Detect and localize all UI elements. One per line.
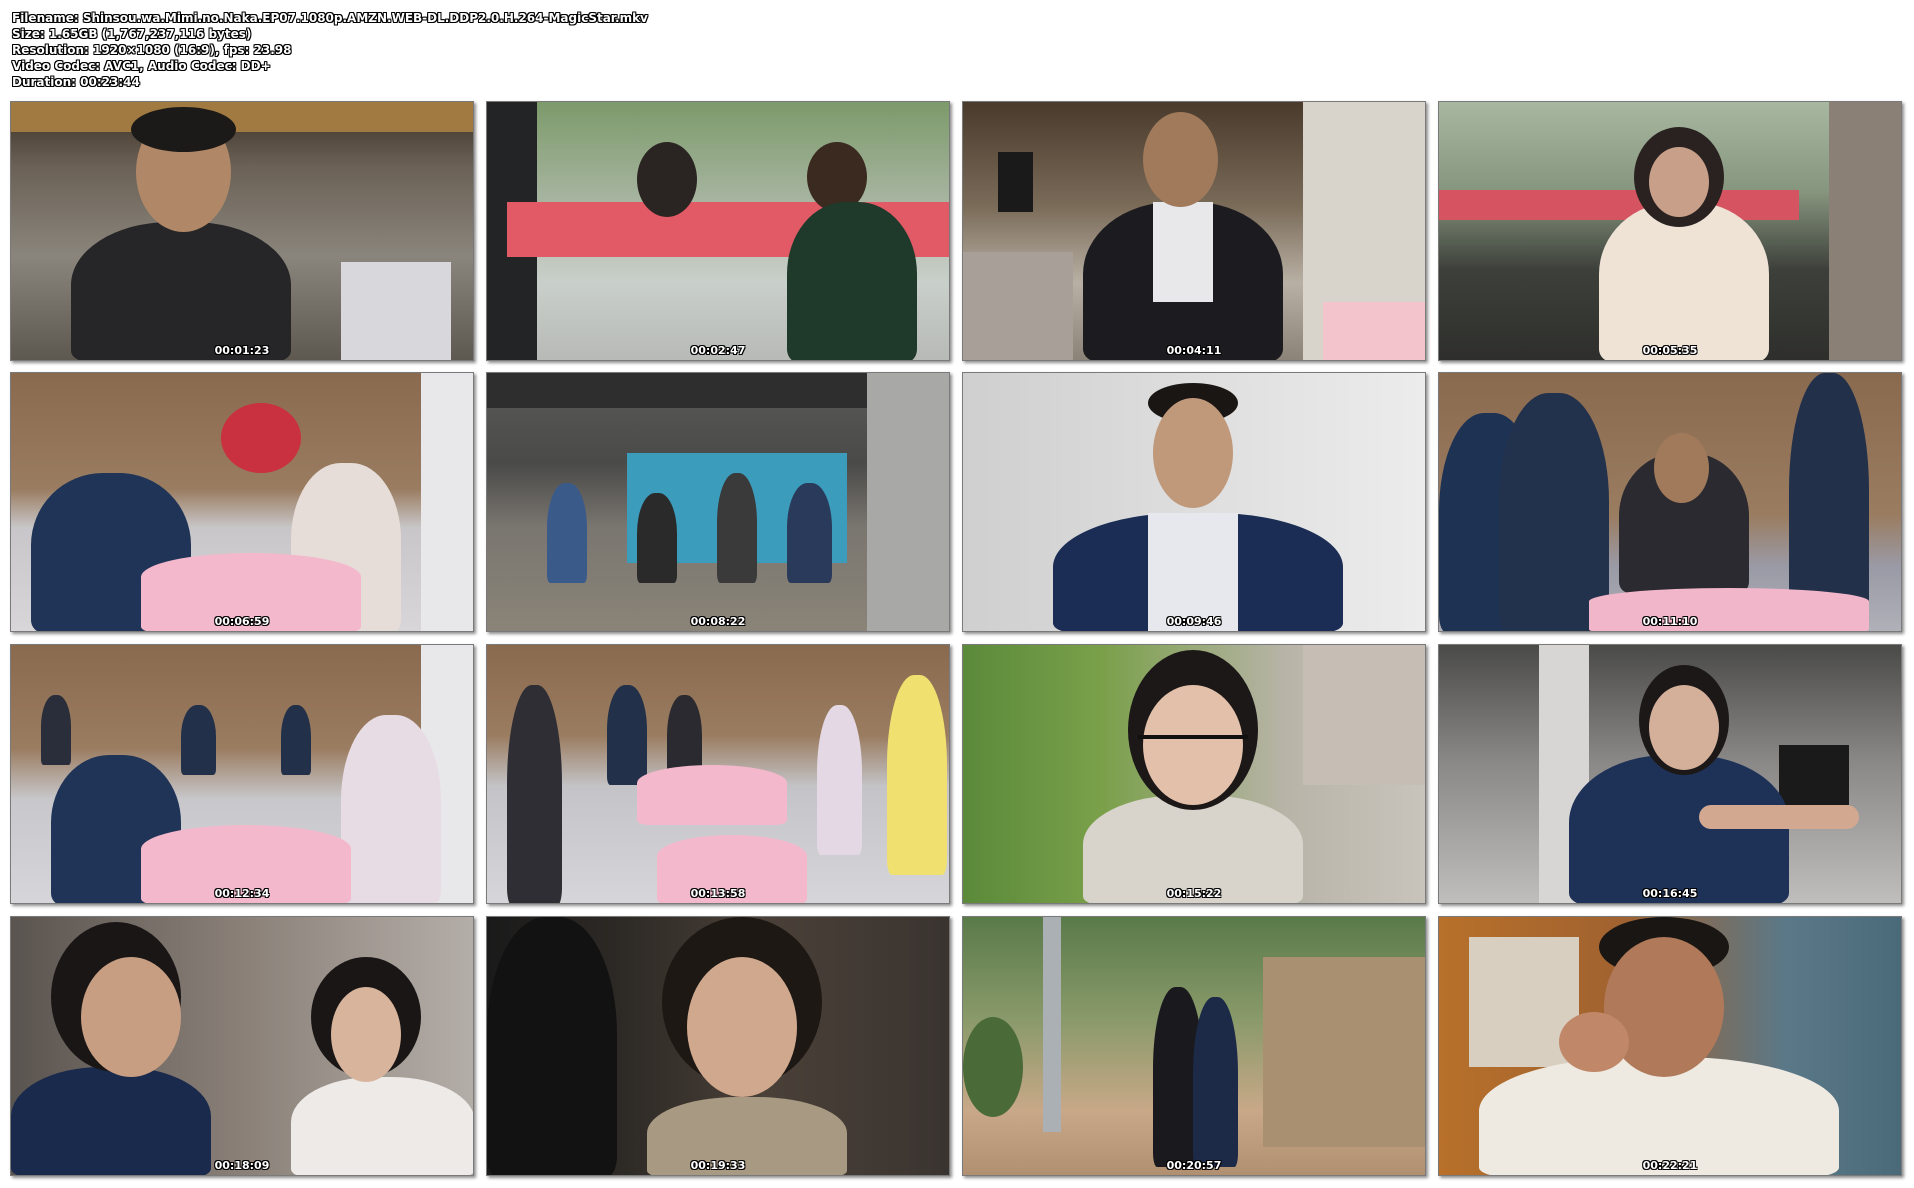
thumbnail-frame: 00:08:22 xyxy=(486,372,950,632)
timestamp-label: 00:20:57 xyxy=(1166,1159,1222,1172)
thumbnail-frame: 00:19:33 xyxy=(486,916,950,1176)
thumbnail-frame: 00:09:46 xyxy=(962,372,1426,632)
thumbnail-frame: 00:18:09 xyxy=(10,916,474,1176)
timestamp-label: 00:05:35 xyxy=(1642,344,1698,357)
thumbnail-frame: 00:20:57 xyxy=(962,916,1426,1176)
timestamp-label: 00:04:11 xyxy=(1166,344,1222,357)
thumbnail-frame: 00:06:59 xyxy=(10,372,474,632)
timestamp-label: 00:16:45 xyxy=(1642,887,1698,900)
duration-line: Duration: 00:23:44 xyxy=(12,75,140,89)
thumbnail-frame: 00:05:35 xyxy=(1438,101,1902,361)
timestamp-label: 00:15:22 xyxy=(1166,887,1222,900)
resolution-line: Resolution: 1920×1080 (16:9), fps: 23.98 xyxy=(12,43,292,57)
timestamp-label: 00:19:33 xyxy=(690,1159,746,1172)
thumbnail-frame: 00:01:23 xyxy=(10,101,474,361)
filename-line: Filename: Shinsou.wa.Mimi.no.Naka.EP07.1… xyxy=(12,11,648,25)
timestamp-label: 00:12:34 xyxy=(214,887,270,900)
timestamp-label: 00:06:59 xyxy=(214,615,270,628)
thumbnail-frame: 00:16:45 xyxy=(1438,644,1902,904)
timestamp-label: 00:01:23 xyxy=(214,344,270,357)
timestamp-label: 00:18:09 xyxy=(214,1159,270,1172)
thumbnail-frame: 00:15:22 xyxy=(962,644,1426,904)
timestamp-label: 00:11:10 xyxy=(1642,615,1698,628)
codec-line: Video Codec: AVC1, Audio Codec: DD+ xyxy=(12,59,271,73)
thumbnail-frame: 00:12:34 xyxy=(10,644,474,904)
size-line: Size: 1.65GB (1,767,237,116 bytes) xyxy=(12,27,252,41)
timestamp-label: 00:09:46 xyxy=(1166,615,1222,628)
timestamp-label: 00:08:22 xyxy=(690,615,746,628)
timestamp-label: 00:22:21 xyxy=(1642,1159,1698,1172)
timestamp-label: 00:13:58 xyxy=(690,887,746,900)
timestamp-label: 00:02:47 xyxy=(690,344,746,357)
thumbnail-frame: 00:22:21 xyxy=(1438,916,1902,1176)
thumbnail-frame: 00:11:10 xyxy=(1438,372,1902,632)
thumbnail-frame: 00:02:47 xyxy=(486,101,950,361)
thumbnail-frame: 00:04:11 xyxy=(962,101,1426,361)
file-info-header: Filename: Shinsou.wa.Mimi.no.Naka.EP07.1… xyxy=(12,10,648,90)
thumbnail-frame: 00:13:58 xyxy=(486,644,950,904)
